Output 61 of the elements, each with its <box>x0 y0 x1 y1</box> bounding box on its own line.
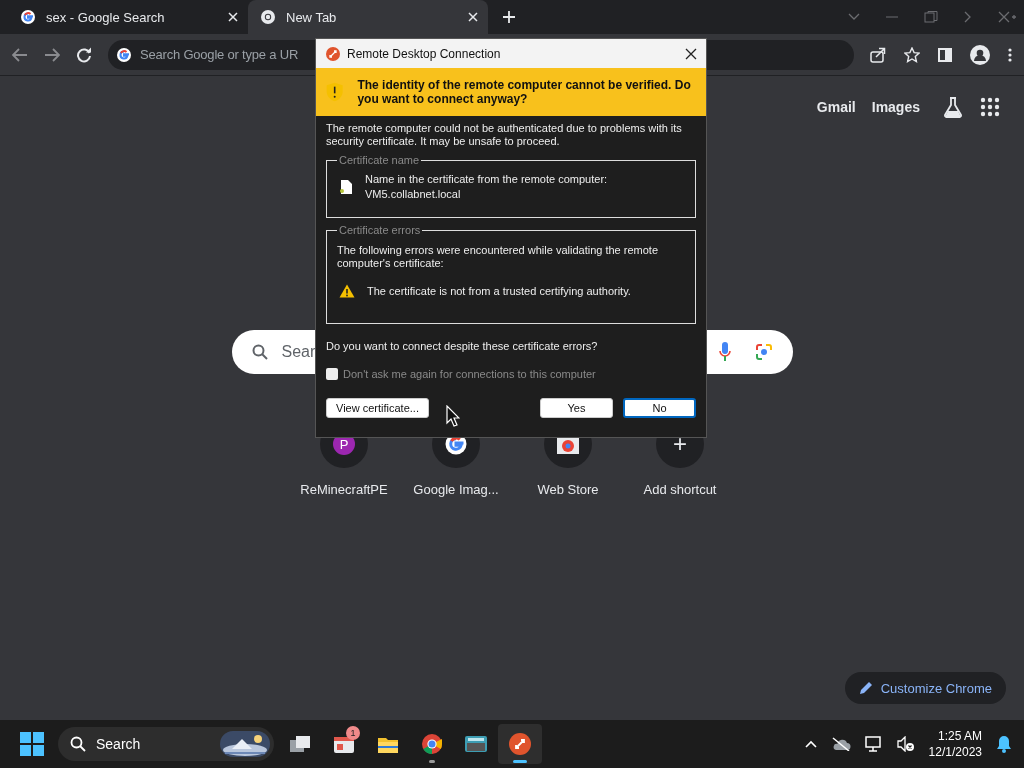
chevron-right-icon[interactable] <box>964 11 972 23</box>
dialog-button[interactable]: No <box>623 398 696 418</box>
taskbar-search[interactable]: Search <box>58 727 274 761</box>
google-icon <box>116 46 132 63</box>
dialog-title: Remote Desktop Connection <box>347 46 501 61</box>
header-link[interactable]: Gmail <box>816 99 856 115</box>
browser-tab[interactable]: New Tab <box>248 0 488 34</box>
dialog-button[interactable]: Yes <box>540 398 613 418</box>
add-icon: + <box>673 433 687 455</box>
profile-icon[interactable] <box>970 44 990 65</box>
checkbox[interactable] <box>326 368 338 380</box>
camera-lens-icon[interactable] <box>754 343 773 361</box>
pencil-icon <box>858 681 873 695</box>
microphone-icon[interactable] <box>718 342 731 362</box>
volume-muted-icon[interactable] <box>896 736 915 752</box>
reload-icon[interactable] <box>76 46 92 63</box>
mouse-pointer-icon <box>446 405 460 427</box>
remote-desktop-icon <box>508 732 532 756</box>
search-icon <box>70 736 86 752</box>
document-icon <box>339 179 353 195</box>
errors-text: The following errors were encountered while validating the remote computer's certificate: <box>337 244 659 270</box>
star-icon[interactable] <box>904 46 920 63</box>
windows-start-icon[interactable] <box>20 732 44 756</box>
search-icon <box>251 344 268 360</box>
menu-icon[interactable] <box>1008 47 1012 62</box>
browser-tab[interactable]: sex - Google Search <box>8 0 248 34</box>
certificate-text: Name in the certificate from the remote computer: <box>365 172 608 187</box>
header-link[interactable]: Images <box>871 99 920 115</box>
error-text: The certificate is not from a trusted certifying authority. <box>367 285 631 297</box>
question-text: Do you want to connect despite these certificate errors? <box>326 340 599 352</box>
checkbox-label: Don't ask me again for connections to this computer <box>343 368 596 380</box>
chevron-down-icon[interactable] <box>848 13 860 21</box>
close-icon[interactable] <box>685 47 697 60</box>
network-icon[interactable] <box>864 736 883 752</box>
group-label: Certificate name <box>338 154 421 166</box>
group-label: Certificate errors <box>338 224 422 236</box>
apps-grid-icon[interactable] <box>980 97 1000 117</box>
side-panel-icon[interactable] <box>938 47 952 62</box>
remote-desktop-icon <box>326 46 340 61</box>
dialog-button[interactable]: View certificate... <box>326 398 429 418</box>
banner-text: The identity of the remote computer cannot be verified. Do you want to connect anyway? <box>357 78 692 106</box>
taskbar-app[interactable] <box>498 724 542 764</box>
new-tab-icon[interactable] <box>502 10 516 24</box>
chrome-icon <box>260 9 276 25</box>
warning-icon <box>339 284 355 298</box>
chrome-icon <box>420 732 444 756</box>
cloud-off-icon[interactable] <box>830 737 851 751</box>
chevron-up-icon[interactable] <box>804 740 817 748</box>
flask-icon[interactable] <box>942 96 964 118</box>
clock[interactable]: 1:25 AM 12/1/2023 <box>928 728 982 760</box>
customize-button[interactable]: Customize Chrome <box>844 672 1006 704</box>
share-icon[interactable] <box>870 46 886 63</box>
notification-badge: 1 <box>346 726 360 740</box>
intro-text: The remote computer could not be authenticated due to problems with its security certificate. It may be unsafe to proceed. <box>326 122 683 148</box>
bell-icon[interactable] <box>996 735 1012 753</box>
certificate-text: VM5.collabnet.local <box>365 187 462 202</box>
restore-icon[interactable] <box>924 11 938 23</box>
google-icon <box>20 9 36 25</box>
taskbar-app[interactable]: 1 <box>322 724 366 764</box>
forward-icon[interactable] <box>44 47 60 62</box>
back-icon[interactable] <box>12 47 28 62</box>
